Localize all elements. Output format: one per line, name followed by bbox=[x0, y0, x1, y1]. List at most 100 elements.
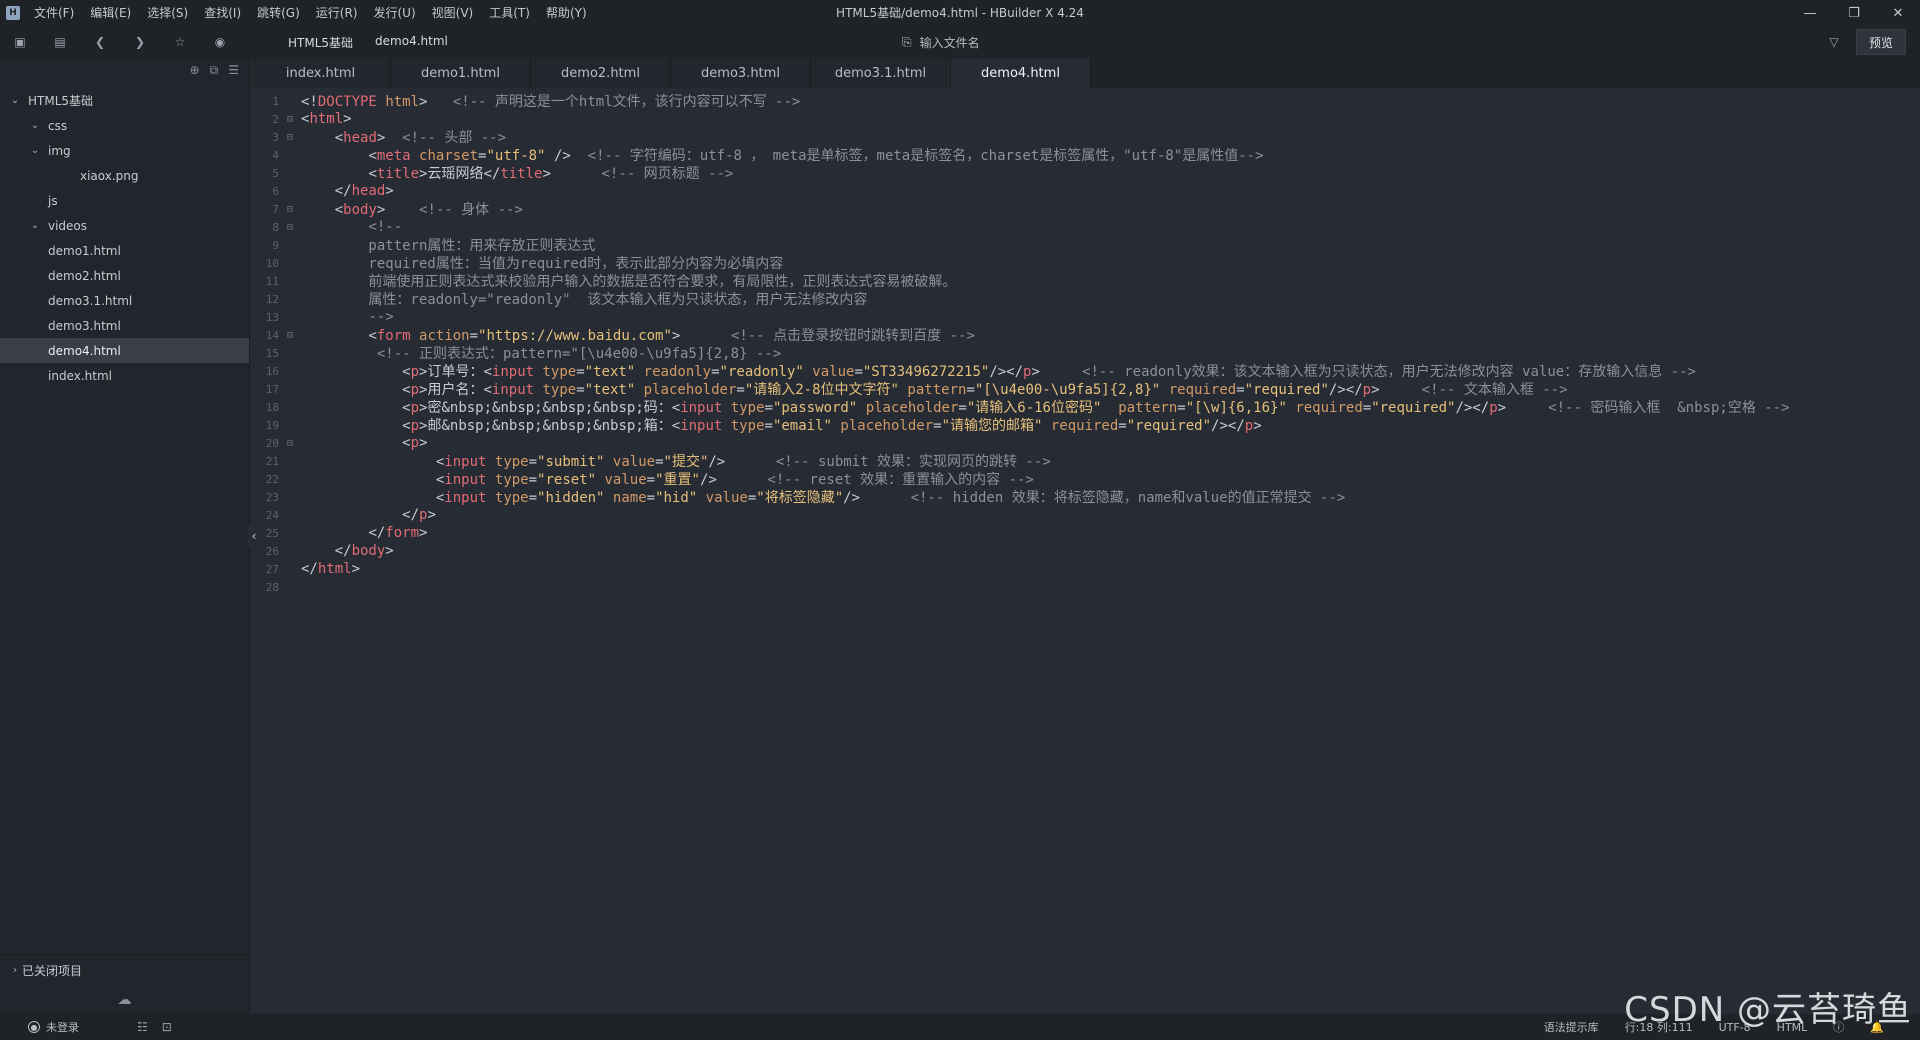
fold-icon[interactable]: ⊟ bbox=[283, 132, 297, 143]
chevron-down-icon: ⌄ bbox=[10, 95, 20, 106]
code-token: body bbox=[351, 543, 386, 559]
file-search[interactable]: ⎘ 输入文件名 bbox=[902, 30, 1262, 54]
tree-item[interactable]: demo2.html bbox=[0, 263, 249, 288]
tree-item[interactable]: ⌄ HTML5基础 bbox=[0, 88, 249, 113]
code-token: html bbox=[309, 111, 344, 127]
forward-icon[interactable]: ❯ bbox=[120, 26, 160, 58]
fold-icon[interactable]: ⊟ bbox=[283, 114, 297, 125]
tree-item[interactable]: ⌄ css bbox=[0, 113, 249, 138]
fold-icon[interactable]: ⊟ bbox=[283, 222, 297, 233]
line-number: 24 bbox=[265, 508, 279, 522]
line-number: 9 bbox=[272, 238, 279, 252]
tab[interactable]: index.html bbox=[251, 58, 391, 88]
save-icon[interactable]: ▤ bbox=[40, 26, 80, 58]
file-tree: ⌄ HTML5基础 ⌄ css ⌄ img xiaox.png js ⌄ videos demo1.… bbox=[0, 88, 249, 388]
outline-icon[interactable]: ☷ bbox=[137, 1020, 148, 1034]
line-number: 15 bbox=[265, 346, 279, 360]
fold-icon[interactable]: ⊟ bbox=[283, 330, 297, 341]
syntax-hint[interactable]: 语法提示库 bbox=[1544, 1019, 1599, 1035]
code-token: > bbox=[385, 543, 394, 559]
breadcrumb: HTML5基础 demo4.html bbox=[288, 34, 448, 51]
tree-item[interactable]: ⌄ videos bbox=[0, 213, 249, 238]
tree-item[interactable]: index.html bbox=[0, 363, 249, 388]
line-number: 2 bbox=[272, 112, 279, 126]
close-icon[interactable]: ✕ bbox=[1876, 0, 1920, 26]
tab[interactable]: demo2.html bbox=[531, 58, 671, 88]
tab[interactable]: demo3.1.html bbox=[811, 58, 951, 88]
code-token: > bbox=[427, 507, 436, 523]
menu-item[interactable]: 跳转(G) bbox=[249, 0, 308, 26]
line-number: 23 bbox=[265, 490, 279, 504]
collapse-all-icon[interactable]: ⧉ bbox=[210, 63, 219, 78]
line-number: 10 bbox=[265, 256, 279, 270]
menu-icon[interactable]: ☰ bbox=[228, 63, 239, 77]
line-number: 21 bbox=[265, 454, 279, 468]
restore-icon[interactable]: ❐ bbox=[1832, 0, 1876, 26]
line-number: 14 bbox=[265, 328, 279, 342]
collapse-sidebar-icon[interactable]: ‹ bbox=[248, 524, 260, 548]
tree-item-label: js bbox=[48, 193, 58, 208]
tree-item[interactable]: demo4.html bbox=[0, 338, 249, 363]
tree-item[interactable]: ⌄ img bbox=[0, 138, 249, 163]
user-icon: ● bbox=[28, 1021, 40, 1033]
tree-item[interactable]: demo3.html bbox=[0, 313, 249, 338]
chevron-down-icon: ⌄ bbox=[30, 145, 40, 156]
tree-item[interactable]: demo3.1.html bbox=[0, 288, 249, 313]
line-number: 5 bbox=[272, 166, 279, 180]
menu-item[interactable]: 查找(I) bbox=[196, 0, 249, 26]
run-icon[interactable]: ◉ bbox=[200, 26, 240, 58]
menu-item[interactable]: 文件(F) bbox=[26, 0, 82, 26]
tab[interactable]: demo3.html bbox=[671, 58, 811, 88]
code-token: > bbox=[419, 525, 428, 541]
chevron-down-icon: ⌄ bbox=[30, 220, 40, 231]
code-text: --> bbox=[301, 309, 393, 325]
code-text: </head> bbox=[301, 183, 394, 199]
menu-item[interactable]: 视图(V) bbox=[424, 0, 482, 26]
star-icon[interactable]: ☆ bbox=[160, 26, 200, 58]
code-editor[interactable]: 1 <!DOCTYPE html> <!-- 声明这是一个html文件，该行内容可… bbox=[251, 88, 1920, 1014]
breadcrumb-file[interactable]: demo4.html bbox=[375, 34, 448, 51]
breadcrumb-project[interactable]: HTML5基础 bbox=[288, 34, 353, 51]
menu-item[interactable]: 发行(U) bbox=[366, 0, 424, 26]
menu-item[interactable]: 选择(S) bbox=[139, 0, 196, 26]
app-logo-icon: H bbox=[0, 0, 26, 26]
hbuilder-window: H 文件(F) 编辑(E) 选择(S) 查找(I) 跳转(G) 运行(R) 发行(U) 视图(… bbox=[0, 0, 1920, 1040]
menu-item[interactable]: 运行(R) bbox=[308, 0, 366, 26]
line-number: 28 bbox=[265, 580, 279, 594]
fold-icon[interactable]: ⊟ bbox=[283, 204, 297, 215]
tree-item-label: img bbox=[48, 143, 71, 158]
menu-item[interactable]: 帮助(Y) bbox=[538, 0, 595, 26]
locate-icon[interactable]: ⊕ bbox=[190, 63, 200, 77]
closed-projects[interactable]: › 已关闭项目 bbox=[0, 955, 249, 985]
terminal-icon[interactable]: ⊡ bbox=[162, 1020, 172, 1034]
line-number: 22 bbox=[265, 472, 279, 486]
watermark: CSDN @云苔琦鱼 bbox=[1624, 990, 1912, 1030]
cloud-icon[interactable]: ☁ bbox=[0, 985, 249, 1015]
project-sidebar: ⊕ ⧉ ☰ ⌄ HTML5基础 ⌄ css ⌄ img xiaox.png js ⌄ videos… bbox=[0, 58, 250, 1014]
line-number: 17 bbox=[265, 382, 279, 396]
fold-icon[interactable]: ⊟ bbox=[283, 438, 297, 449]
back-icon[interactable]: ❮ bbox=[80, 26, 120, 58]
chevron-down-icon: ⌄ bbox=[30, 120, 40, 131]
search-placeholder: 输入文件名 bbox=[919, 35, 980, 50]
login-status[interactable]: ● 未登录 bbox=[28, 1019, 79, 1035]
tree-item[interactable]: demo1.html bbox=[0, 238, 249, 263]
menu-item[interactable]: 工具(T) bbox=[481, 0, 538, 26]
chevron-right-icon: › bbox=[13, 964, 17, 976]
preview-button[interactable]: 预览 bbox=[1856, 29, 1906, 55]
tab[interactable]: demo1.html bbox=[391, 58, 531, 88]
minimize-icon[interactable]: — bbox=[1788, 0, 1832, 26]
menu-item[interactable]: 编辑(E) bbox=[82, 0, 139, 26]
tab[interactable]: demo4.html bbox=[951, 58, 1091, 88]
new-file-icon[interactable]: ▣ bbox=[0, 26, 40, 58]
filter-icon[interactable]: ▽ bbox=[1822, 30, 1846, 54]
code-token: <!-- bbox=[368, 219, 403, 235]
tree-item[interactable]: js bbox=[0, 188, 249, 213]
code-text: </p> bbox=[301, 507, 436, 523]
tree-item-label: xiaox.png bbox=[80, 168, 139, 183]
code-token: > bbox=[385, 183, 394, 199]
tree-item[interactable]: xiaox.png bbox=[0, 163, 249, 188]
